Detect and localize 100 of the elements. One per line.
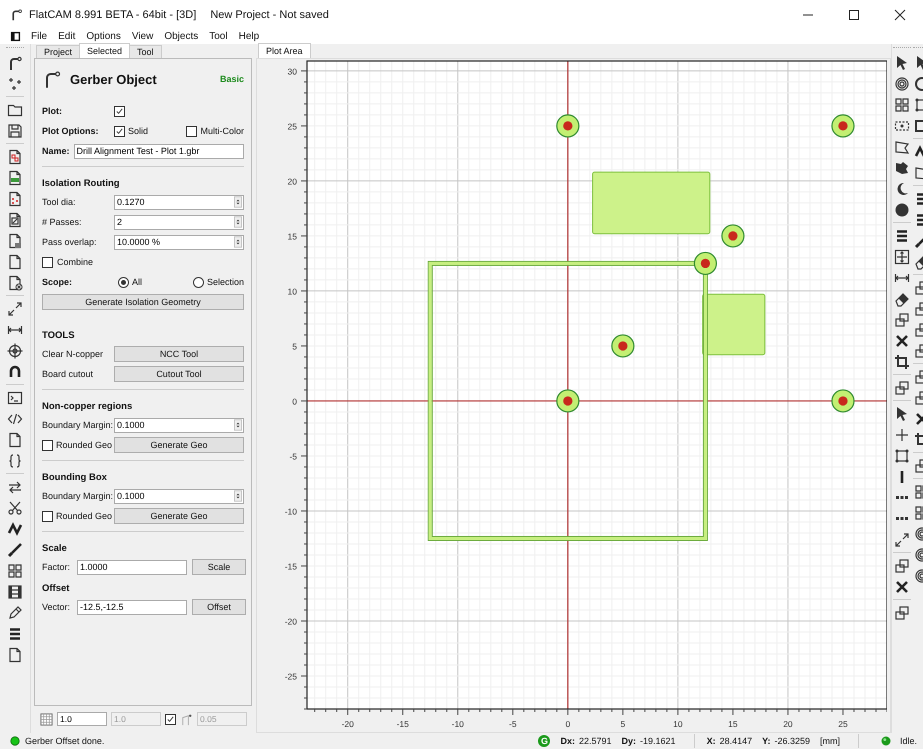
copy-icon[interactable] (894, 312, 910, 328)
radio-label[interactable]: Selection (206, 277, 244, 287)
section-heading: Offset (42, 582, 70, 596)
tick-label: 25 (288, 121, 297, 132)
magnet-icon[interactable] (7, 364, 23, 380)
copy-icon[interactable] (894, 380, 910, 396)
input-field[interactable]: Drill Alignment Test - Plot 1.gbr (74, 144, 244, 158)
checkbox[interactable] (186, 126, 198, 136)
spinner-icon[interactable] (234, 196, 242, 208)
menu-item[interactable]: Edit (58, 31, 76, 42)
tool-button[interactable]: Cutout Tool (114, 366, 244, 382)
grid-badge[interactable]: G (538, 735, 550, 747)
checkbox-label[interactable]: Solid (128, 126, 148, 136)
target-icon[interactable] (894, 76, 910, 92)
checkbox[interactable] (165, 714, 176, 724)
menu-item[interactable]: View (132, 31, 154, 42)
sparkle-icon[interactable] (7, 76, 23, 92)
input-field[interactable]: 1.0000 (77, 560, 187, 574)
document-icon[interactable] (7, 232, 23, 248)
pad (556, 389, 580, 413)
field-label: Vector: (42, 602, 72, 612)
input-field[interactable]: 1.0 (57, 712, 107, 726)
document-icon[interactable] (7, 190, 23, 206)
bars-icon[interactable] (7, 626, 23, 642)
tab[interactable]: Project (36, 45, 80, 58)
spinner-icon[interactable] (234, 490, 242, 502)
grid-icon[interactable] (894, 96, 910, 112)
scissors-icon[interactable] (7, 500, 23, 516)
checkbox[interactable] (42, 256, 53, 268)
document-icon[interactable] (7, 274, 23, 290)
document-icon[interactable] (7, 212, 23, 228)
bars-icon[interactable] (894, 228, 910, 244)
document-icon[interactable] (7, 254, 23, 270)
grid-icon[interactable] (40, 712, 53, 726)
radio-button[interactable] (192, 276, 204, 288)
menu-item[interactable]: Options (86, 31, 121, 42)
copy-icon[interactable] (894, 604, 910, 620)
tab[interactable]: Selected (79, 43, 130, 58)
checkbox-label[interactable]: Combine (57, 257, 94, 267)
checkbox-label[interactable]: Multi-Color (200, 126, 244, 136)
terminal-icon[interactable] (7, 390, 23, 406)
spinner-icon[interactable] (234, 419, 242, 431)
menu-item[interactable]: Objects (164, 31, 198, 42)
document-icon[interactable] (7, 170, 23, 186)
field-label: Factor: (42, 562, 72, 572)
apply-button[interactable]: Scale (192, 559, 246, 575)
radio-button[interactable] (118, 276, 129, 288)
menu-item[interactable]: Tool (209, 31, 228, 42)
field-label: # Passes: (42, 217, 83, 227)
expand-icon[interactable] (7, 300, 23, 316)
generate-button[interactable]: Generate Geo (114, 508, 244, 524)
coordinate-value: 28.4147 (720, 736, 752, 746)
menu-item[interactable]: Help (238, 31, 260, 42)
pencil-icon[interactable] (7, 604, 23, 620)
brush-icon[interactable] (7, 542, 23, 558)
tab[interactable]: Plot Area (258, 43, 311, 58)
document-icon[interactable] (7, 148, 23, 164)
filled-polygon-icon[interactable] (894, 160, 910, 176)
spin-box[interactable]: 10.0000 % (114, 234, 244, 250)
checkbox[interactable] (42, 440, 53, 450)
document-icon[interactable] (7, 646, 23, 662)
tick-label: 10 (673, 719, 683, 729)
eraser-icon[interactable] (894, 290, 910, 306)
floppy-icon[interactable] (7, 122, 23, 138)
snap-icon[interactable] (180, 712, 193, 726)
mode-label[interactable]: Basic (220, 74, 244, 84)
checkbox-label[interactable]: Rounded Geo (56, 511, 112, 521)
generate-button[interactable]: Generate Isolation Geometry (42, 294, 244, 310)
spinner-icon[interactable] (234, 236, 242, 248)
tab[interactable]: Tool (129, 45, 162, 58)
generate-button[interactable]: Generate Geo (114, 437, 244, 453)
document-icon[interactable] (7, 432, 23, 448)
input-field[interactable]: -12.5,-12.5 (77, 600, 187, 614)
spinner-icon[interactable] (234, 216, 242, 228)
delta-value: -19.1621 (640, 736, 676, 746)
spin-box[interactable]: 0.1270 (114, 194, 244, 210)
spin-box[interactable]: 0.1000 (114, 418, 244, 432)
checkbox[interactable] (114, 106, 125, 116)
checkbox[interactable] (114, 126, 125, 136)
crosshair-icon[interactable] (7, 342, 23, 358)
tool-button[interactable]: NCC Tool (114, 346, 244, 362)
film-icon[interactable] (7, 584, 23, 600)
status-message: Gerber Offset done. (25, 736, 104, 746)
checkbox[interactable] (42, 510, 53, 522)
menu-item[interactable]: File (31, 31, 48, 42)
spin-box[interactable]: 0.1000 (114, 488, 244, 504)
grid-icon[interactable] (7, 562, 23, 578)
expand-icon[interactable] (894, 532, 910, 548)
apply-button[interactable]: Offset (192, 599, 246, 615)
radio-label[interactable]: All (132, 277, 142, 287)
copy-icon[interactable] (894, 558, 910, 574)
nodes-icon[interactable] (894, 448, 910, 464)
swap-icon[interactable] (7, 478, 23, 494)
checkbox-label[interactable]: Rounded Geo (56, 440, 112, 450)
braces-icon[interactable] (7, 452, 23, 468)
move-icon[interactable] (894, 248, 910, 264)
spin-box[interactable]: 2 (114, 214, 244, 230)
cable-icon[interactable] (7, 54, 23, 70)
panel-toggle-icon[interactable] (10, 31, 21, 42)
plus-icon[interactable] (894, 426, 910, 442)
